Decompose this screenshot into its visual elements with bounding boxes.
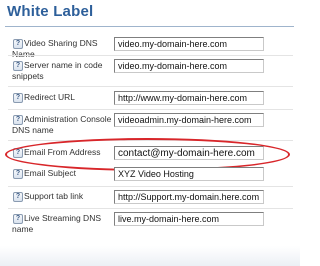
field-label: Server name in code snippets (12, 60, 103, 81)
panel-bottom-fade (0, 246, 300, 266)
admin-console-dns-input[interactable] (114, 113, 264, 127)
field-label: Email From Address (24, 147, 101, 157)
field-label: Video Sharing DNS Name (12, 38, 98, 59)
row-divider (8, 86, 293, 87)
row-divider (8, 186, 293, 187)
title-divider (5, 26, 294, 27)
field-label: Support tab link (24, 191, 84, 201)
field-label: Live Streaming DNS name (12, 213, 102, 234)
field-label: Email Subject (24, 168, 76, 178)
row-divider (8, 109, 293, 110)
video-sharing-dns-input[interactable] (114, 37, 264, 51)
row-divider (8, 55, 293, 56)
field-label: Redirect URL (24, 92, 76, 102)
server-name-input[interactable] (114, 59, 264, 73)
live-streaming-dns-input[interactable] (114, 212, 264, 226)
field-label: Administration Console DNS name (12, 114, 112, 135)
email-subject-input[interactable] (114, 167, 264, 181)
redirect-url-input[interactable] (114, 91, 264, 105)
row-divider (8, 140, 293, 141)
panel-title: White Label (7, 3, 94, 20)
email-from-address-input[interactable] (114, 146, 264, 160)
row-divider (8, 208, 293, 209)
support-tab-link-input[interactable] (114, 190, 264, 204)
white-label-panel: White Label ? Video Sharing DNS Name ? S… (0, 0, 300, 266)
